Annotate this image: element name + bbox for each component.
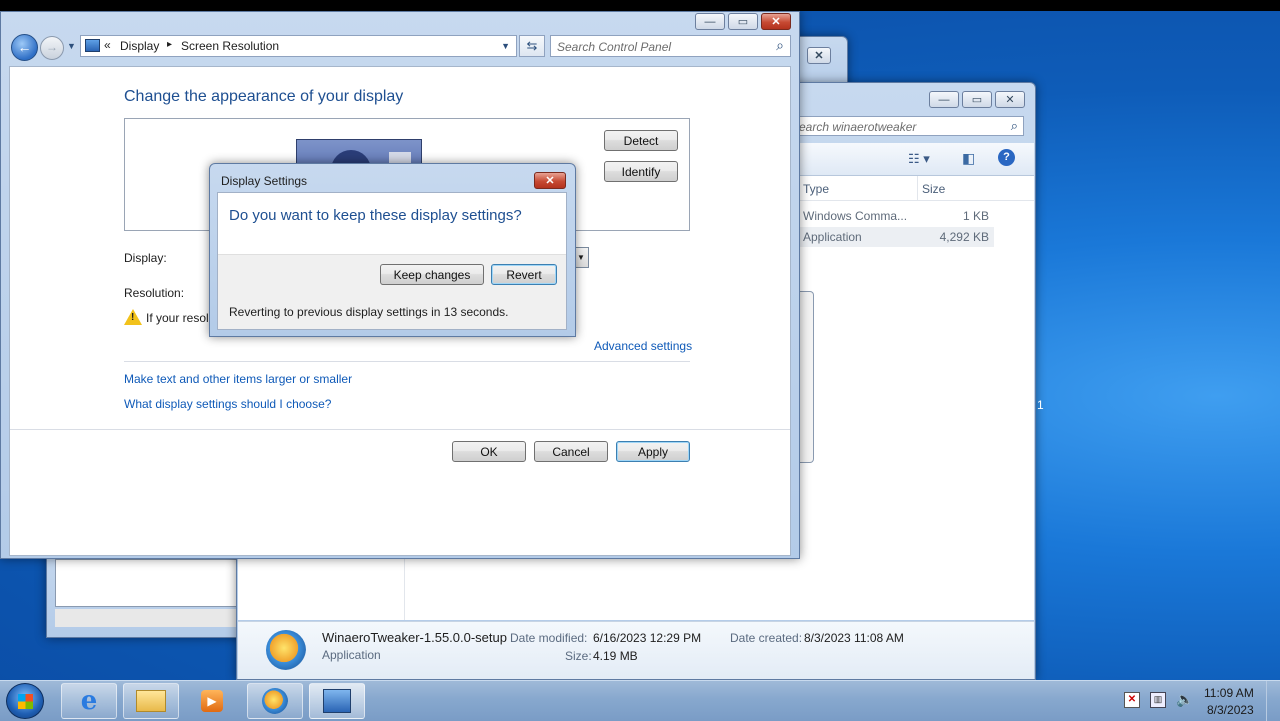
advanced-settings-link[interactable]: Advanced settings [594, 339, 692, 353]
breadcrumb-display[interactable]: Display [120, 39, 159, 53]
back-arrow-icon: ← [17, 39, 32, 55]
close-icon[interactable]: ✕ [761, 13, 791, 30]
dialog-question: Do you want to keep these display settin… [229, 207, 522, 224]
action-center-icon[interactable]: ✕ [1124, 692, 1140, 708]
ok-button[interactable]: OK [452, 441, 526, 462]
divider [10, 429, 790, 430]
recent-pages-icon[interactable]: ▼ [67, 41, 76, 51]
nav-pane-divider [404, 554, 405, 620]
help-icon[interactable]: ? [998, 149, 1015, 166]
taskbar-internet-explorer[interactable]: e [61, 683, 117, 719]
display-label: Display: [124, 251, 167, 265]
desktop-text-fragment: 1 [1037, 398, 1044, 412]
search-box[interactable]: Search Control Panel ⌕ [550, 35, 791, 57]
keep-changes-button[interactable]: Keep changes [380, 264, 484, 285]
search-icon[interactable]: ⌕ [776, 37, 784, 54]
folder-icon [136, 690, 166, 712]
details-modified-label: Date modified: [510, 631, 588, 645]
file-row[interactable]: Windows Comma... 1 KB [798, 206, 994, 226]
clock-time[interactable]: 11:09 AM [1204, 686, 1254, 700]
maximize-icon[interactable]: ▭ [728, 13, 758, 30]
detect-button[interactable]: Detect [604, 130, 678, 151]
file-type: Windows Comma... [803, 209, 908, 223]
breadcrumb-overflow[interactable]: « [104, 38, 111, 52]
dialog-title: Display Settings [221, 174, 308, 188]
taskbar-winaero-tweaker[interactable] [247, 683, 303, 719]
refresh-button[interactable]: ⇆ [519, 35, 545, 57]
winaero-app-icon [266, 630, 306, 670]
taskbar-file-explorer[interactable] [123, 683, 179, 719]
network-icon[interactable]: ▥ [1150, 692, 1166, 708]
identify-button[interactable]: Identify [604, 161, 678, 182]
taskbar-media-player[interactable]: ▶ [184, 683, 240, 719]
show-desktop-button[interactable] [1266, 681, 1280, 721]
details-file-kind: Application [322, 648, 381, 662]
screen-top-strip [0, 0, 1280, 11]
volume-muted-icon[interactable]: 🔈 [1176, 691, 1193, 708]
details-modified-value: 6/16/2023 12:29 PM [593, 631, 702, 645]
breadcrumb-screen-resolution[interactable]: Screen Resolution [181, 39, 279, 53]
minimize-icon[interactable]: — [929, 91, 959, 108]
page-title: Change the appearance of your display [124, 88, 404, 105]
control-panel-icon [85, 39, 100, 52]
details-size-value: 4.19 MB [593, 649, 638, 663]
file-size: 1 KB [962, 209, 989, 223]
close-icon[interactable]: ✕ [807, 47, 831, 64]
back-button[interactable]: ← [11, 34, 38, 61]
display-help-link[interactable]: What display settings should I choose? [124, 397, 331, 411]
address-bar[interactable]: « Display ▸ Screen Resolution ▼ [80, 35, 517, 57]
explorer-search-box[interactable]: earch winaerotweaker ⌕ [794, 116, 1024, 136]
internet-explorer-icon: e [80, 686, 98, 716]
revert-countdown-text: Reverting to previous display settings i… [229, 305, 509, 319]
taskbar-control-panel[interactable] [309, 683, 365, 719]
control-panel-icon [323, 689, 351, 713]
details-file-name: WinaeroTweaker-1.55.0.0-setup [322, 630, 507, 645]
maximize-icon[interactable]: ▭ [962, 91, 992, 108]
explorer-search-placeholder: earch winaerotweaker [799, 120, 917, 134]
media-player-icon: ▶ [201, 690, 223, 712]
breadcrumb-separator-icon[interactable]: ▸ [167, 39, 172, 50]
search-placeholder: Search Control Panel [557, 40, 672, 54]
background-panel [800, 291, 814, 463]
revert-button[interactable]: Revert [491, 264, 557, 285]
dialog-button-area: Keep changes Revert [218, 254, 566, 297]
column-size[interactable]: Size [922, 182, 945, 196]
address-dropdown-icon[interactable]: ▼ [501, 41, 510, 51]
file-type: Application [803, 230, 862, 244]
cancel-button[interactable]: Cancel [534, 441, 608, 462]
file-size: 4,292 KB [939, 230, 989, 244]
divider [124, 361, 690, 362]
apply-button[interactable]: Apply [616, 441, 690, 462]
minimize-icon[interactable]: — [695, 13, 725, 30]
clock-date[interactable]: 8/3/2023 [1207, 703, 1254, 717]
column-type[interactable]: Type [803, 182, 829, 196]
forward-arrow-icon: → [46, 40, 58, 54]
close-icon[interactable]: ✕ [534, 172, 566, 189]
winaero-tweaker-icon [262, 688, 288, 714]
details-created-label: Date created: [730, 631, 803, 645]
details-created-value: 8/3/2023 11:08 AM [804, 631, 904, 645]
forward-button[interactable]: → [40, 36, 64, 60]
warning-text: If your resolu [146, 311, 216, 325]
file-row-selected[interactable]: Application 4,292 KB [798, 227, 994, 247]
start-button[interactable] [6, 683, 44, 719]
view-options-icon[interactable]: ☷ ▾ [908, 151, 930, 167]
resolution-label: Resolution: [124, 286, 185, 300]
details-pane: WinaeroTweaker-1.55.0.0-setup Applicatio… [238, 621, 1034, 679]
refresh-icon: ⇆ [526, 38, 538, 53]
close-icon[interactable]: ✕ [995, 91, 1025, 108]
preview-pane-icon[interactable]: ◧ [962, 150, 975, 167]
windows-logo-icon [18, 694, 33, 709]
taskbar: e ▶ ✕ ▥ 🔈 11:09 AM 8/3/2023 [0, 680, 1280, 721]
system-tray: ✕ ▥ 🔈 [1118, 689, 1198, 713]
dialog-footer: Reverting to previous display settings i… [218, 296, 566, 329]
dialog-body: Do you want to keep these display settin… [217, 192, 567, 330]
display-settings-dialog: Display Settings ✕ Do you want to keep t… [209, 163, 576, 337]
search-icon[interactable]: ⌕ [1011, 118, 1018, 134]
details-size-label: Size: [565, 649, 592, 663]
text-size-link[interactable]: Make text and other items larger or smal… [124, 372, 352, 386]
